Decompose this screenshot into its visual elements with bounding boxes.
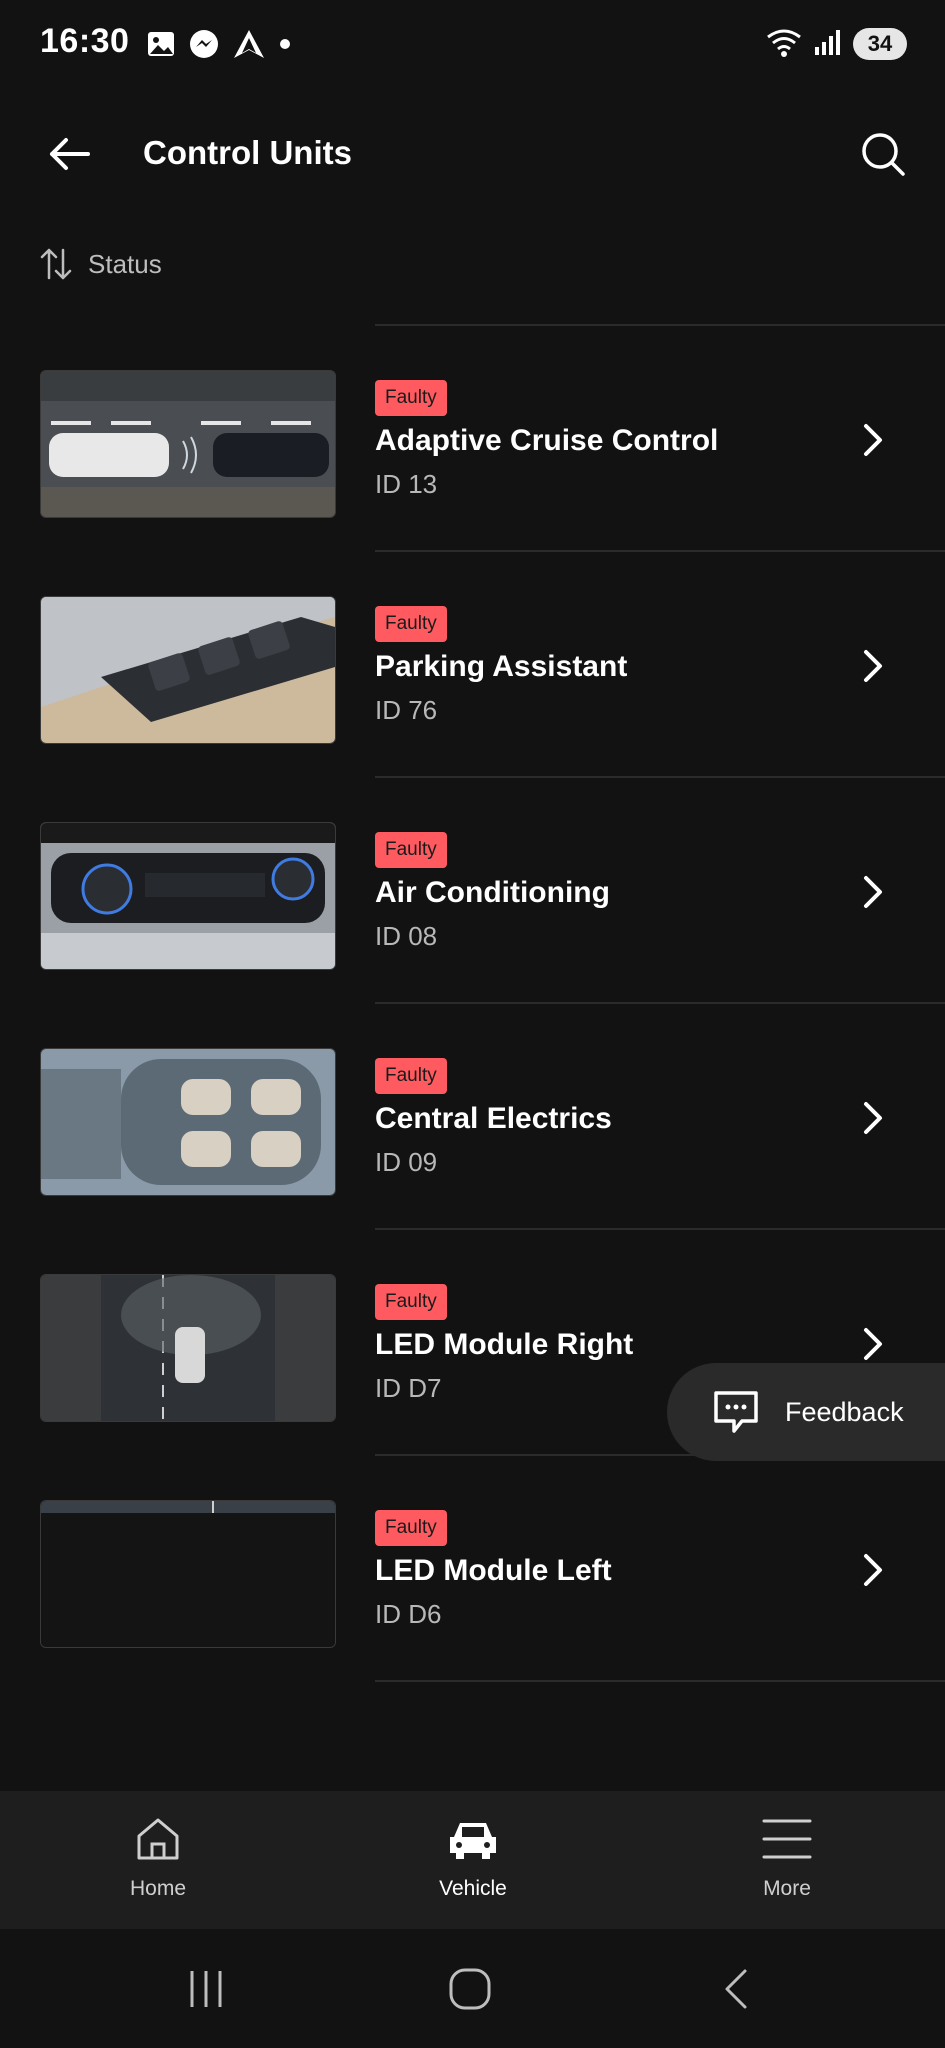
- search-button[interactable]: [851, 122, 915, 186]
- status-badge: Faulty: [375, 832, 447, 868]
- control-unit-id: ID 76: [375, 695, 438, 725]
- status-time: 16:30: [40, 22, 130, 60]
- nav-vehicle[interactable]: Vehicle: [393, 1811, 553, 1901]
- feedback-button[interactable]: Feedback: [667, 1363, 945, 1461]
- back-chevron-icon: [725, 1969, 747, 2009]
- chevron-right-icon: [853, 420, 893, 460]
- recent-apps-button[interactable]: [174, 1957, 238, 2021]
- notification-icons: [146, 26, 292, 66]
- chat-bubble-icon: [711, 1387, 761, 1437]
- chevron-right-icon: [853, 1098, 893, 1138]
- control-unit-thumbnail: [40, 1274, 336, 1422]
- status-badge: Faulty: [375, 1510, 447, 1546]
- nav-more[interactable]: More: [707, 1811, 867, 1901]
- sort-icon: [40, 248, 72, 280]
- sort-label: Status: [88, 248, 162, 279]
- list-item[interactable]: ID 15: [0, 300, 945, 326]
- signal-icon: [813, 27, 843, 62]
- list-item[interactable]: Faulty Air Conditioning ID 08: [0, 778, 945, 1004]
- control-unit-title: Air Conditioning: [375, 876, 610, 909]
- status-badge: Faulty: [375, 1284, 447, 1320]
- nav-home[interactable]: Home: [78, 1811, 238, 1901]
- chevron-right-icon: [853, 1324, 893, 1364]
- control-unit-title: Parking Assistant: [375, 650, 628, 683]
- status-badge: Faulty: [375, 606, 447, 642]
- dot-icon: [278, 37, 292, 56]
- system-indicators: 34: [765, 24, 907, 64]
- list-item[interactable]: Faulty LED Module Left ID D6: [0, 1456, 945, 1682]
- bottom-navigation: Home Vehicle More: [0, 1791, 945, 1929]
- control-unit-title: Adaptive Cruise Control: [375, 424, 719, 457]
- control-unit-thumbnail: [40, 822, 336, 970]
- divider: [375, 1680, 945, 1682]
- control-unit-id: ID 09: [375, 1147, 438, 1177]
- app-bar: Control Units: [0, 100, 945, 210]
- chevron-right-icon: [853, 872, 893, 912]
- status-badge: Faulty: [375, 1058, 447, 1094]
- car-icon: [393, 1811, 553, 1867]
- control-unit-thumbnail: [40, 1500, 336, 1648]
- control-unit-id: ID 13: [375, 469, 438, 499]
- search-icon: [862, 133, 905, 176]
- navigation-app-icon: [232, 28, 266, 65]
- sort-control[interactable]: Status: [38, 246, 162, 282]
- control-unit-title: LED Module Right: [375, 1328, 634, 1361]
- chevron-right-icon: [853, 646, 893, 686]
- list-item[interactable]: Faulty Adaptive Cruise Control ID 13: [0, 326, 945, 552]
- page-title: Control Units: [143, 134, 352, 171]
- gallery-icon: [146, 29, 176, 64]
- nav-label: Home: [129, 1877, 187, 1900]
- control-unit-thumbnail: [40, 596, 336, 744]
- messenger-icon: [188, 28, 220, 65]
- home-circle-icon: [449, 1968, 491, 2010]
- back-button[interactable]: [38, 122, 102, 186]
- control-units-list[interactable]: ID 15 Faulty Adaptive Cruise Control ID …: [0, 300, 945, 1790]
- control-unit-id: ID D6: [375, 1599, 442, 1629]
- recents-icon: [190, 1971, 222, 2007]
- list-item[interactable]: Faulty Central Electrics ID 09: [0, 1004, 945, 1230]
- battery-indicator: 34: [853, 28, 907, 60]
- arrow-left-icon: [50, 138, 90, 170]
- control-unit-title: LED Module Left: [375, 1554, 612, 1587]
- control-unit-title: Central Electrics: [375, 1102, 612, 1135]
- menu-icon: [707, 1811, 867, 1867]
- chevron-right-icon: [853, 1550, 893, 1590]
- feedback-label: Feedback: [785, 1396, 904, 1427]
- home-system-button[interactable]: [438, 1957, 502, 2021]
- nav-label: Vehicle: [439, 1877, 507, 1900]
- control-unit-thumbnail: [40, 370, 336, 518]
- nav-label: More: [763, 1877, 811, 1900]
- control-unit-id: ID D7: [375, 1373, 442, 1403]
- status-bar: 16:30 34: [0, 0, 945, 90]
- control-unit-id: ID 08: [375, 921, 438, 951]
- wifi-icon: [765, 25, 803, 64]
- system-navigation-bar: [0, 1929, 945, 2048]
- home-icon: [78, 1811, 238, 1867]
- back-system-button[interactable]: [704, 1957, 768, 2021]
- list-item[interactable]: Faulty Parking Assistant ID 76: [0, 552, 945, 778]
- control-unit-thumbnail: [40, 1048, 336, 1196]
- status-badge: Faulty: [375, 380, 447, 416]
